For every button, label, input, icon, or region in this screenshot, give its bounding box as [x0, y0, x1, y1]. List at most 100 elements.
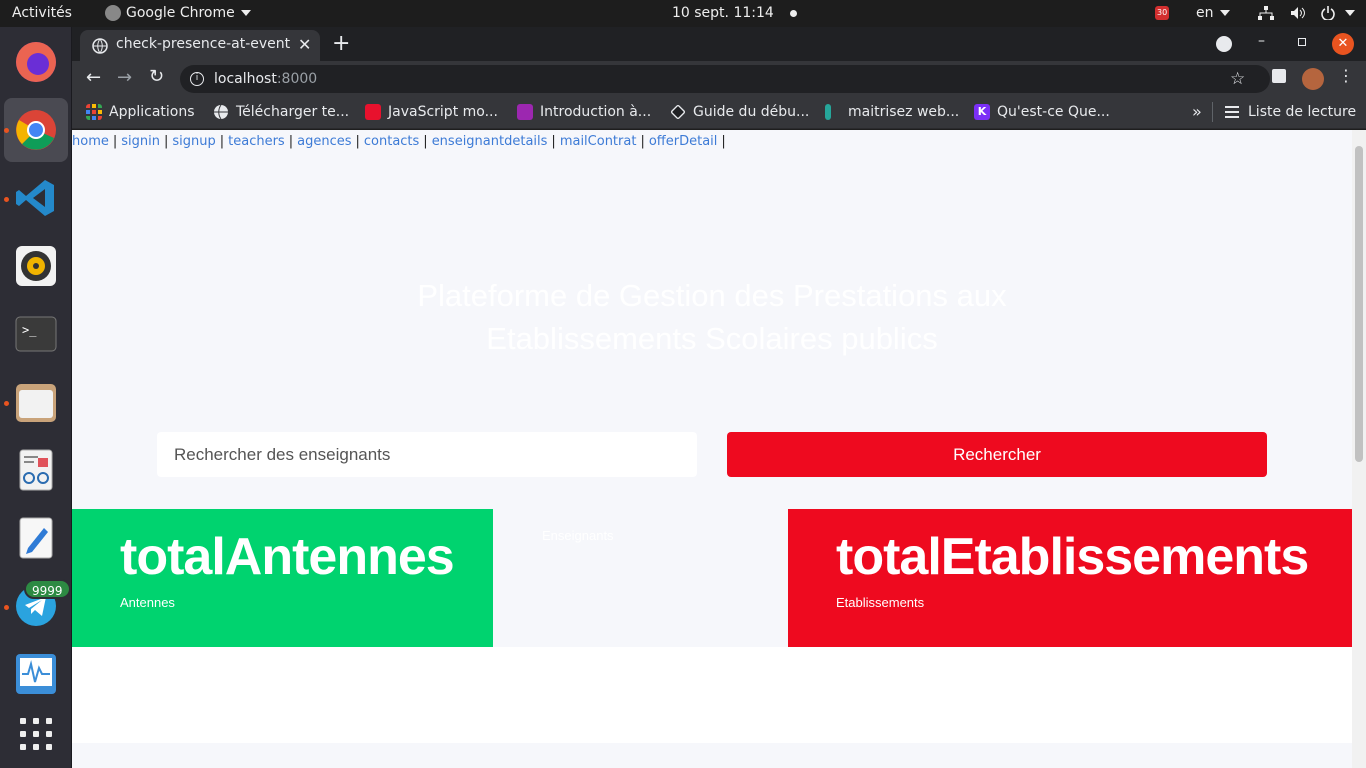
- more-bookmarks-button[interactable]: »: [1192, 97, 1202, 127]
- nav-link-signup[interactable]: signup: [172, 134, 215, 149]
- web-page: home | signin | signup | teachers | agences | cont…: [72, 130, 1352, 768]
- extensions-icon[interactable]: [1272, 69, 1286, 83]
- activities-button[interactable]: Activités: [12, 0, 72, 27]
- bookmark-guide[interactable]: Guide du débu...: [670, 97, 809, 127]
- vscode-icon[interactable]: [14, 176, 58, 220]
- caret-down-icon: [240, 10, 251, 16]
- chrome-app-icon: [105, 5, 121, 21]
- nav-separator: |: [551, 134, 556, 149]
- bookmark-javascript[interactable]: JavaScript mo...: [365, 97, 498, 127]
- bookmark-telecharger[interactable]: Télécharger te...: [213, 97, 349, 127]
- tab-close-icon[interactable]: ✕: [298, 35, 311, 54]
- caret-down-icon: [1219, 10, 1230, 16]
- reading-list-label: Liste de lecture: [1248, 104, 1357, 120]
- bookmark-label: maitrisez web...: [848, 104, 960, 120]
- guide-site-icon: [670, 104, 686, 120]
- text-editor-icon[interactable]: [14, 516, 58, 560]
- bookmark-maitrisez[interactable]: maitrisez web...: [825, 97, 959, 127]
- forward-icon[interactable]: →: [117, 67, 132, 88]
- nav-link-agences[interactable]: agences: [297, 134, 351, 149]
- info-icon[interactable]: i: [190, 72, 204, 86]
- browser-toolbar: ← → ↻ i localhost:8000 ☆ ⋮: [72, 61, 1366, 97]
- rhythmbox-icon[interactable]: [14, 244, 58, 288]
- browser-tab[interactable]: check-presence-at-event ✕: [80, 30, 320, 61]
- system-menu[interactable]: [1258, 0, 1356, 27]
- running-indicator: [4, 605, 9, 610]
- url-port: :8000: [276, 71, 318, 87]
- chrome-icon[interactable]: [14, 108, 58, 152]
- system-top-bar: Activités Google Chrome 10 sept. 11:14 3…: [0, 0, 1366, 27]
- network-icon: [1258, 6, 1274, 20]
- power-icon: [1321, 6, 1335, 21]
- page-scrollbar[interactable]: [1352, 130, 1366, 768]
- nav-link-teachers[interactable]: teachers: [228, 134, 285, 149]
- nav-separator: |: [163, 134, 169, 149]
- reading-list-icon: [1225, 106, 1239, 118]
- bookmark-label: Qu'est-ce Que...: [997, 104, 1110, 120]
- nav-link-signin[interactable]: signin: [121, 134, 160, 149]
- nav-separator: |: [112, 134, 118, 149]
- indicator-icon[interactable]: 30: [1155, 0, 1170, 27]
- bookmark-quest-ce[interactable]: K Qu'est-ce Que...: [974, 97, 1110, 127]
- globe-icon: [214, 104, 228, 120]
- nav-separator: |: [721, 134, 726, 149]
- restore-button[interactable]: [1298, 38, 1306, 46]
- openclassrooms-icon: [825, 104, 831, 120]
- document-viewer-icon[interactable]: [14, 448, 58, 492]
- clock[interactable]: 10 sept. 11:14: [672, 0, 798, 27]
- reload-icon[interactable]: ↻: [149, 66, 164, 87]
- clock-text: 10 sept. 11:14: [672, 5, 774, 21]
- bookmark-star-icon[interactable]: ☆: [1230, 65, 1245, 93]
- nav-separator: |: [640, 134, 645, 149]
- tab-search-icon[interactable]: [1216, 36, 1232, 52]
- hero-title-line: Etablissements Scolaires publics: [486, 321, 938, 356]
- hero-title: Plateforme de Gestion des Prestations au…: [312, 274, 1112, 360]
- reading-list-button[interactable]: Liste de lecture: [1212, 102, 1356, 122]
- bookmark-applications[interactable]: Applications: [86, 97, 195, 127]
- k-site-icon: K: [974, 104, 990, 120]
- profile-avatar[interactable]: [1302, 68, 1324, 90]
- search-button[interactable]: Rechercher: [727, 432, 1267, 477]
- apps-grid-icon: [86, 104, 102, 120]
- nav-link-enseignantdetails[interactable]: enseignantdetails: [432, 134, 548, 149]
- scrollbar-thumb[interactable]: [1355, 146, 1363, 462]
- firefox-icon[interactable]: [14, 40, 58, 84]
- system-monitor-icon[interactable]: [14, 652, 58, 696]
- address-bar[interactable]: i localhost:8000 ☆: [180, 65, 1270, 93]
- new-tab-button[interactable]: +: [332, 31, 350, 56]
- stat-label-enseignants: Enseignants: [542, 528, 614, 543]
- more-bookmarks-icon: »: [1192, 102, 1202, 121]
- svg-text:>_: >_: [22, 323, 37, 337]
- hero-title-line: Plateforme de Gestion des Prestations au…: [417, 278, 1007, 313]
- nav-link-mailcontrat[interactable]: mailContrat: [560, 134, 637, 149]
- bookmark-introduction[interactable]: Introduction à...: [517, 97, 651, 127]
- url-host: localhost: [214, 71, 277, 87]
- back-icon[interactable]: ←: [86, 67, 101, 88]
- nav-separator: |: [355, 134, 360, 149]
- bookmark-label: Introduction à...: [540, 104, 652, 120]
- language-selector[interactable]: en: [1196, 0, 1230, 27]
- stat-card-antennes: totalAntennes Antennes: [72, 509, 493, 647]
- telegram-unread-badge: 9999: [24, 579, 71, 599]
- files-icon[interactable]: [14, 380, 58, 424]
- chrome-menu-icon[interactable]: ⋮: [1338, 66, 1354, 85]
- globe-icon: [92, 38, 108, 54]
- close-window-button[interactable]: ✕: [1332, 33, 1354, 55]
- minimize-button[interactable]: –: [1258, 33, 1265, 49]
- terminal-icon[interactable]: >_: [14, 312, 58, 356]
- nav-separator: |: [288, 134, 294, 149]
- notification-dot-icon: [790, 9, 798, 17]
- url-text: localhost:8000: [214, 65, 317, 93]
- stat-value: totalAntennes: [120, 528, 455, 586]
- bookmark-label: Télécharger te...: [236, 104, 350, 120]
- bookmark-label: Guide du débu...: [693, 104, 810, 120]
- dock: >_ 9999: [0, 27, 72, 768]
- nav-link-offerdetail[interactable]: offerDetail: [649, 134, 718, 149]
- nav-link-contacts[interactable]: contacts: [364, 134, 419, 149]
- show-applications-icon[interactable]: [14, 712, 58, 756]
- app-menu[interactable]: Google Chrome: [105, 0, 251, 27]
- javascript-site-icon: [365, 104, 381, 120]
- nav-link-home[interactable]: home: [72, 134, 109, 149]
- search-input[interactable]: [157, 432, 697, 477]
- notification-badge: 30: [1155, 6, 1170, 20]
